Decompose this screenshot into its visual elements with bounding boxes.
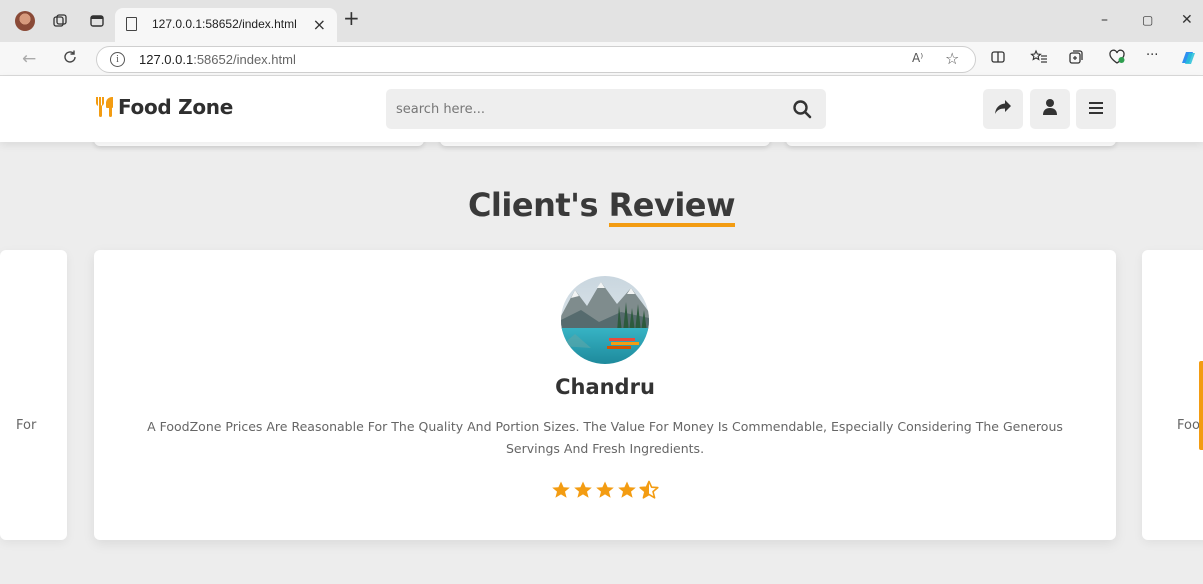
menu-button[interactable] [1076,89,1116,129]
review-card-previous[interactable]: For [0,250,67,540]
share-icon [994,99,1012,119]
star-full-icon [552,481,570,498]
back-icon[interactable]: ← [22,49,36,69]
user-icon [1042,98,1058,120]
reviewer-avatar [561,276,649,364]
user-button[interactable] [1030,89,1070,129]
favorite-star-icon[interactable]: ☆ [945,49,959,68]
info-icon[interactable]: i [110,52,125,67]
review-card: Chandru A FoodZone Prices Are Reasonable… [94,250,1116,540]
url-field[interactable]: i 127.0.0.1:58652/index.html A⁾ ☆ [96,46,976,73]
refresh-icon[interactable] [62,49,78,70]
section-title: Client's Review [0,186,1203,227]
menu-icon [1088,100,1104,119]
star-half-icon [639,480,659,499]
star-full-icon [596,481,614,498]
copilot-icon[interactable] [1178,48,1198,72]
search-input[interactable] [386,89,776,129]
page-icon [126,17,137,31]
site-header: Food Zone [0,76,1203,142]
browser-address-bar: ← i 127.0.0.1:58652/index.html A⁾ ☆ ··· [0,42,1203,76]
review-text-partial: Foo [1177,418,1200,433]
browser-tab-bar: 127.0.0.1:58652/index.html × + – ▢ ✕ [0,0,1203,42]
tab-close-icon[interactable]: × [313,15,326,34]
collections-icon[interactable] [1068,49,1084,69]
active-tab[interactable]: 127.0.0.1:58652/index.html × [115,8,337,42]
search-icon[interactable] [792,99,812,119]
star-full-icon [574,481,592,498]
utensils-icon [94,95,116,119]
new-tab-icon[interactable]: + [343,6,360,30]
star-full-icon [618,481,636,498]
window-close-icon[interactable]: ✕ [1181,12,1193,28]
restore-icon[interactable]: ▢ [1142,13,1153,27]
review-text: A FoodZone Prices Are Reasonable For The… [147,419,1063,456]
rating-stars [94,480,1116,500]
reviewer-name: Chandru [555,375,655,399]
scroll-to-top-handle[interactable] [1199,361,1203,450]
minimize-icon[interactable]: – [1101,12,1108,28]
section-title-accent: Review [608,187,736,227]
logo-text: Food Zone [118,95,233,119]
workspaces-icon[interactable] [51,12,69,30]
split-screen-icon[interactable] [990,49,1006,69]
favorites-icon[interactable] [1030,49,1048,69]
logo[interactable]: Food Zone [94,95,233,119]
url-text: 127.0.0.1:58652/index.html [139,52,296,67]
read-aloud-icon[interactable]: A⁾ [912,51,923,65]
review-text-partial: For [16,418,37,433]
share-button[interactable] [983,89,1023,129]
browser-essentials-icon[interactable] [1108,49,1126,69]
profile-avatar-icon[interactable] [15,11,35,31]
search-box [386,89,826,129]
section-title-main: Client's [467,186,599,224]
tab-title: 127.0.0.1:58652/index.html [152,17,297,31]
review-card-next[interactable]: Foo [1142,250,1203,540]
more-options-icon[interactable]: ··· [1146,48,1158,63]
tab-actions-icon[interactable] [88,12,106,30]
